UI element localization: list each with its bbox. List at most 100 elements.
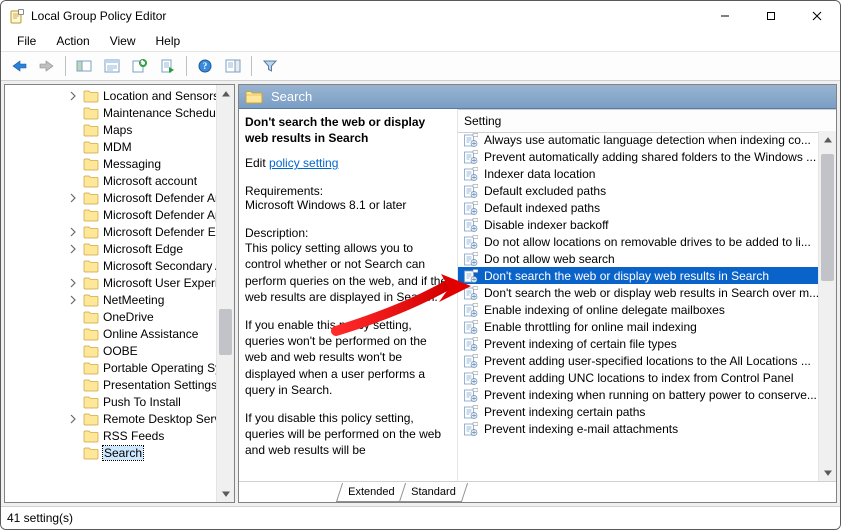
- minimize-button[interactable]: [702, 1, 748, 31]
- export-list-button[interactable]: [155, 53, 181, 79]
- maximize-button[interactable]: [748, 1, 794, 31]
- chevron-right-icon[interactable]: [68, 278, 78, 288]
- folder-icon: [83, 157, 99, 171]
- tree-item[interactable]: MDM: [5, 138, 234, 155]
- tree-item[interactable]: NetMeeting: [5, 291, 234, 308]
- setting-row[interactable]: Do not allow locations on removable driv…: [458, 233, 819, 250]
- tree-item[interactable]: Microsoft Secondary A: [5, 257, 234, 274]
- setting-label: Prevent indexing of certain file types: [484, 337, 677, 351]
- folder-icon: [83, 123, 99, 137]
- tree-item[interactable]: Portable Operating Sys: [5, 359, 234, 376]
- tree-item[interactable]: Maps: [5, 121, 234, 138]
- tree-item[interactable]: Push To Install: [5, 393, 234, 410]
- settings-scrollbar[interactable]: [818, 131, 836, 481]
- tree-item-label: Microsoft Secondary A: [103, 259, 223, 273]
- chevron-right-icon[interactable]: [68, 227, 78, 237]
- setting-row[interactable]: Default excluded paths: [458, 182, 819, 199]
- help-button[interactable]: ?: [192, 53, 218, 79]
- tree-item[interactable]: Remote Desktop Servic: [5, 410, 234, 427]
- tree-item[interactable]: RSS Feeds: [5, 427, 234, 444]
- setting-icon: [464, 235, 478, 249]
- chevron-right-icon[interactable]: [68, 244, 78, 254]
- tree-item-label: Online Assistance: [103, 327, 198, 341]
- tree-item[interactable]: Messaging: [5, 155, 234, 172]
- setting-label: Enable throttling for online mail indexi…: [484, 320, 697, 334]
- setting-row[interactable]: Prevent indexing of certain file types: [458, 335, 819, 352]
- chevron-right-icon[interactable]: [68, 193, 78, 203]
- chevron-right-icon[interactable]: [68, 91, 78, 101]
- setting-row[interactable]: Disable indexer backoff: [458, 216, 819, 233]
- close-button[interactable]: [794, 1, 840, 31]
- setting-label: Prevent adding user-specified locations …: [484, 354, 811, 368]
- chevron-right-icon[interactable]: [68, 414, 78, 424]
- tree-item[interactable]: Online Assistance: [5, 325, 234, 342]
- tree-item[interactable]: Maintenance Scheduler: [5, 104, 234, 121]
- filter-button[interactable]: [257, 53, 283, 79]
- tree-item[interactable]: Location and Sensors: [5, 87, 234, 104]
- requirements-label: Requirements:: [245, 184, 451, 198]
- tree-item[interactable]: Microsoft account: [5, 172, 234, 189]
- tree-scrollbar[interactable]: [216, 85, 234, 502]
- forward-button[interactable]: [34, 53, 60, 79]
- tab-extended[interactable]: Extended: [336, 483, 407, 502]
- setting-row[interactable]: Prevent indexing when running on battery…: [458, 386, 819, 403]
- tree-item[interactable]: Microsoft Edge: [5, 240, 234, 257]
- folder-icon: [83, 446, 99, 460]
- folder-icon: [83, 191, 99, 205]
- description-label: Description:: [245, 226, 451, 240]
- status-bar: 41 setting(s): [1, 506, 840, 529]
- setting-row[interactable]: Prevent adding user-specified locations …: [458, 352, 819, 369]
- setting-icon: [464, 422, 478, 436]
- tree-item[interactable]: OneDrive: [5, 308, 234, 325]
- edit-line: Edit policy setting: [245, 156, 451, 170]
- tree-item[interactable]: Microsoft Defender Ap: [5, 206, 234, 223]
- tree-item-label: Microsoft Defender An: [103, 191, 222, 205]
- chevron-right-icon[interactable]: [68, 295, 78, 305]
- tree-item-label: Microsoft Edge: [103, 242, 183, 256]
- setting-row[interactable]: Default indexed paths: [458, 199, 819, 216]
- setting-row[interactable]: Prevent automatically adding shared fold…: [458, 148, 819, 165]
- menu-view[interactable]: View: [100, 31, 146, 51]
- edit-policy-link[interactable]: policy setting: [269, 156, 338, 170]
- setting-row[interactable]: Always use automatic language detection …: [458, 131, 819, 148]
- console-tree[interactable]: Location and SensorsMaintenance Schedule…: [5, 85, 234, 463]
- setting-label: Default indexed paths: [484, 201, 600, 215]
- setting-icon: [464, 269, 478, 283]
- setting-icon: [464, 218, 478, 232]
- setting-label: Prevent adding UNC locations to index fr…: [484, 371, 794, 385]
- tree-item[interactable]: OOBE: [5, 342, 234, 359]
- setting-row[interactable]: Enable indexing of online delegate mailb…: [458, 301, 819, 318]
- show-hide-tree-button[interactable]: [71, 53, 97, 79]
- tree-item[interactable]: Microsoft Defender Ex: [5, 223, 234, 240]
- tree-item[interactable]: Search: [5, 444, 234, 461]
- selected-policy-title: Don't search the web or display web resu…: [245, 115, 451, 146]
- setting-row[interactable]: Indexer data location: [458, 165, 819, 182]
- properties-button[interactable]: [99, 53, 125, 79]
- folder-icon: [83, 344, 99, 358]
- refresh-button[interactable]: [127, 53, 153, 79]
- setting-row[interactable]: Prevent indexing certain paths: [458, 403, 819, 420]
- setting-row[interactable]: Don't search the web or display web resu…: [458, 284, 819, 301]
- setting-label: Prevent indexing certain paths: [484, 405, 645, 419]
- tree-item[interactable]: Microsoft Defender An: [5, 189, 234, 206]
- show-hide-action-button[interactable]: [220, 53, 246, 79]
- setting-label: Don't search the web or display web resu…: [484, 286, 819, 300]
- setting-row[interactable]: Enable throttling for online mail indexi…: [458, 318, 819, 335]
- tree-item[interactable]: Microsoft User Experie: [5, 274, 234, 291]
- settings-column-header[interactable]: Setting: [458, 109, 836, 133]
- results-header: Search: [239, 85, 836, 109]
- tab-standard[interactable]: Standard: [399, 483, 468, 502]
- back-button[interactable]: [6, 53, 32, 79]
- setting-icon: [464, 252, 478, 266]
- menu-help[interactable]: Help: [146, 31, 191, 51]
- setting-row[interactable]: Don't search the web or display web resu…: [458, 267, 819, 284]
- menu-action[interactable]: Action: [46, 31, 99, 51]
- setting-row[interactable]: Do not allow web search: [458, 250, 819, 267]
- tree-item-label: Presentation Settings: [103, 378, 217, 392]
- folder-icon: [83, 174, 99, 188]
- setting-row[interactable]: Prevent indexing e-mail attachments: [458, 420, 819, 437]
- menu-file[interactable]: File: [7, 31, 46, 51]
- setting-row[interactable]: Prevent adding UNC locations to index fr…: [458, 369, 819, 386]
- settings-list[interactable]: Always use automatic language detection …: [458, 131, 819, 481]
- tree-item[interactable]: Presentation Settings: [5, 376, 234, 393]
